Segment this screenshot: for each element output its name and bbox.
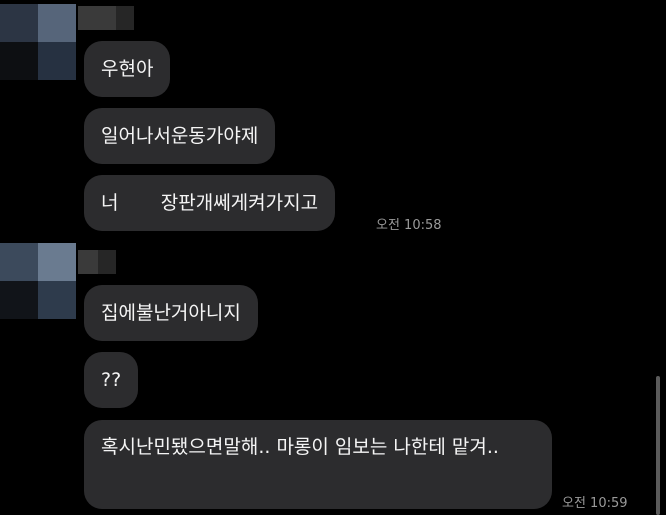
sender-name (78, 6, 134, 30)
sender-avatar[interactable] (0, 4, 76, 80)
message-bubble[interactable]: 혹시난민됐으면말해.. 마롱이 임보는 나한테 맡겨.. (84, 420, 552, 509)
message-bubble[interactable]: 집에불난거아니지 (84, 285, 258, 341)
scrollbar[interactable] (656, 376, 660, 515)
message-timestamp: 오전 10:58 (376, 218, 442, 233)
message-bubble[interactable]: 일어나서운동가야제 (84, 108, 276, 164)
message-bubble[interactable]: ?? (84, 352, 139, 408)
sender-avatar[interactable] (0, 243, 76, 319)
message-timestamp: 오전 10:59 (562, 496, 628, 511)
message-bubble[interactable]: 우현아 (84, 41, 171, 97)
sender-name (78, 250, 116, 274)
message-bubble[interactable]: 너 장판개쎄게켜가지고 (84, 175, 336, 231)
